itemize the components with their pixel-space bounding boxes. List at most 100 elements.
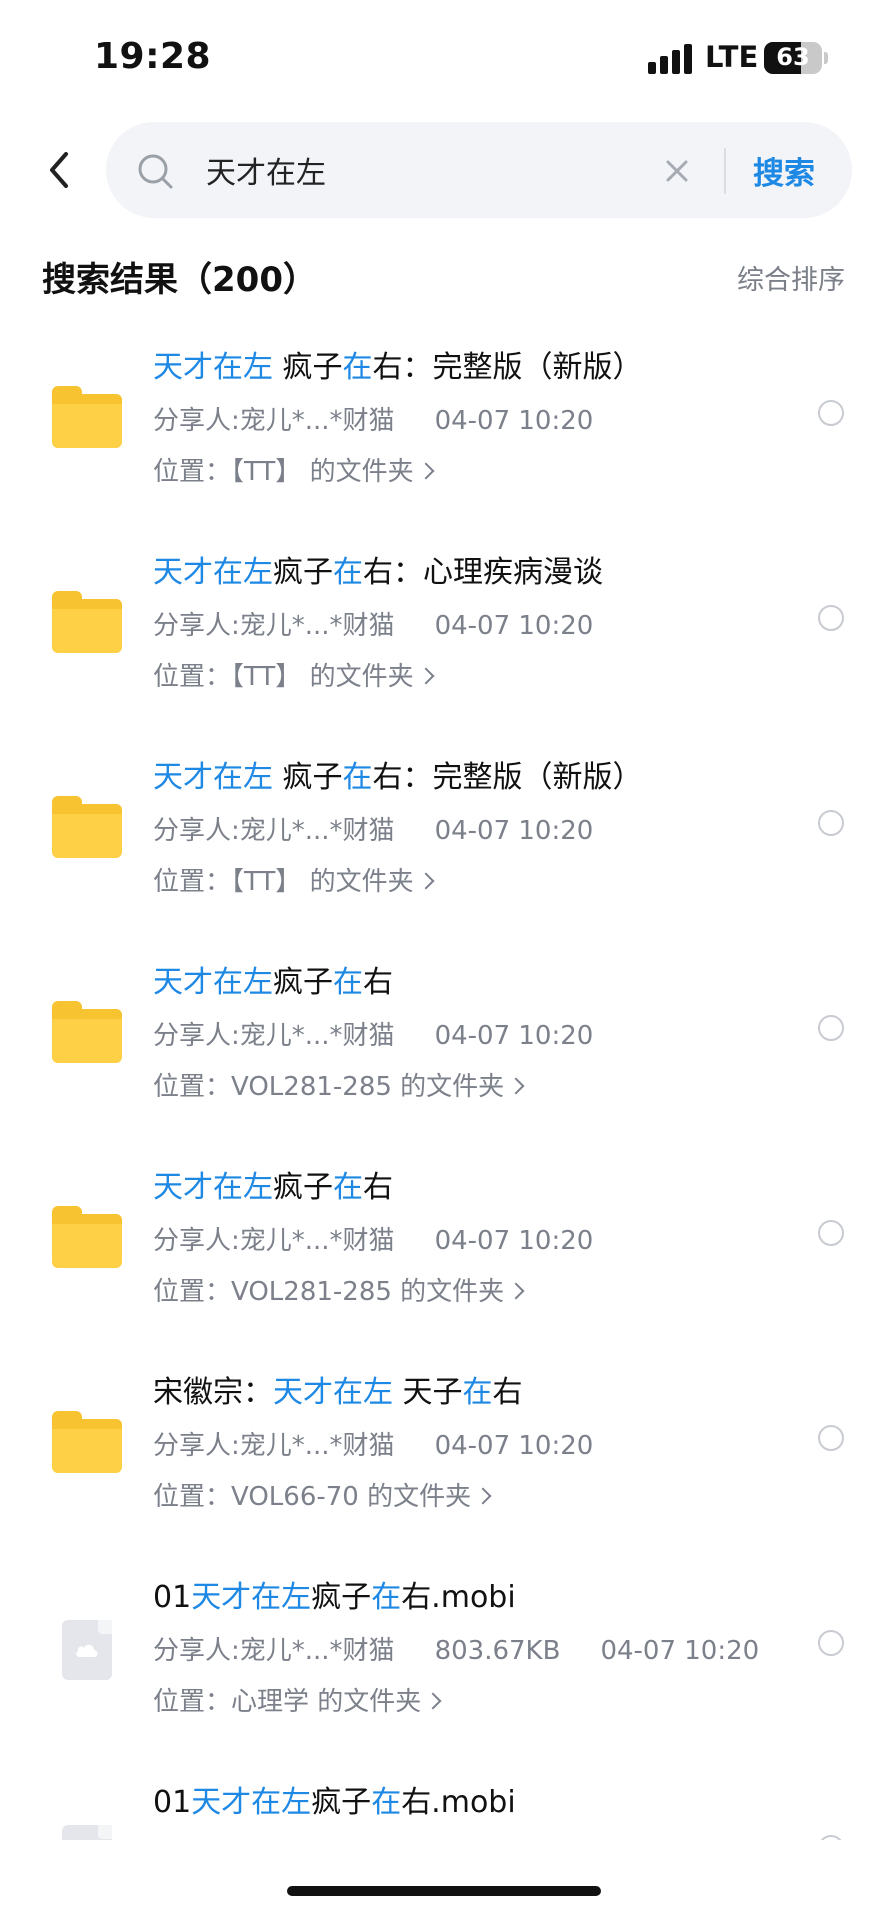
location-text: 位置：【TT】 的文件夹 xyxy=(153,457,414,487)
name-text: 右：完整版（新版） xyxy=(372,760,643,795)
meta-date: 04-07 10:20 xyxy=(600,1636,760,1666)
cloud-file-icon xyxy=(62,1620,112,1680)
result-meta: 分享人:宠儿*...*财猫 04-07 10:20 xyxy=(153,1425,593,1462)
highlight-text: 在 xyxy=(371,1785,402,1820)
result-location[interactable]: 位置：【TT】 的文件夹 xyxy=(153,656,435,693)
highlight-text: 天才在左 xyxy=(191,1785,312,1820)
meta-date: 04-07 10:20 xyxy=(434,406,594,436)
highlight-text: 在 xyxy=(333,965,363,1000)
folder-icon xyxy=(52,591,122,653)
meta-sharer: 分享人:宠儿*...*财猫 xyxy=(153,406,395,436)
highlight-text: 天才在左 xyxy=(191,1580,312,1615)
result-meta: 分享人:宠儿*...*财猫 04-07 10:20 xyxy=(153,605,593,642)
sort-button[interactable]: 综合排序 xyxy=(737,258,845,297)
search-input[interactable] xyxy=(206,146,726,194)
name-text: 天子 xyxy=(393,1375,463,1410)
name-text: 疯子 xyxy=(273,965,333,1000)
highlight-text: 天才在左 xyxy=(153,555,273,590)
highlight-text: 天才在左 xyxy=(153,350,273,385)
chevron-right-icon xyxy=(474,1487,492,1505)
result-name: 01天才在左疯子在右.mobi xyxy=(153,1777,516,1821)
result-name: 天才在左疯子在右 xyxy=(153,1162,393,1206)
result-item[interactable]: 天才在左 疯子在右：完整版（新版） 分享人:宠儿*...*财猫 04-07 10:2… xyxy=(0,740,887,945)
folder-icon xyxy=(52,1001,122,1063)
select-radio[interactable] xyxy=(818,810,844,836)
select-radio[interactable] xyxy=(818,400,844,426)
result-meta: 分享人:宠儿*...*财猫 xyxy=(153,1835,395,1840)
results-title: 搜索结果（200） xyxy=(42,260,317,300)
meta-date: 04-07 10:20 xyxy=(434,1021,594,1051)
chevron-left-icon xyxy=(50,152,68,188)
result-location[interactable]: 位置：VOL66-70 的文件夹 xyxy=(153,1476,492,1513)
name-text: 疯子 xyxy=(311,1785,372,1820)
name-text: 01 xyxy=(153,1580,192,1615)
chevron-right-icon xyxy=(424,1692,442,1710)
chevron-right-icon xyxy=(507,1282,525,1300)
meta-date: 04-07 10:20 xyxy=(434,1226,594,1256)
highlight-text: 在 xyxy=(342,350,373,385)
result-item[interactable]: 宋徽宗：天才在左 天子在右分享人:宠儿*...*财猫 04-07 10:20 位置：… xyxy=(0,1355,887,1560)
meta-sharer: 分享人:宠儿*...*财猫 xyxy=(153,1431,395,1461)
highlight-text: 在 xyxy=(342,760,373,795)
network-type: LTE xyxy=(705,40,759,74)
result-location[interactable]: 位置：【TT】 的文件夹 xyxy=(153,861,435,898)
select-radio[interactable] xyxy=(818,1835,844,1840)
result-item[interactable]: 天才在左疯子在右分享人:宠儿*...*财猫 04-07 10:20 位置：VOL28… xyxy=(0,1150,887,1355)
back-button[interactable] xyxy=(40,150,80,190)
name-text: 疯子 xyxy=(273,350,343,385)
chevron-right-icon xyxy=(507,1077,525,1095)
search-bar: 搜索 xyxy=(106,122,852,218)
home-indicator[interactable] xyxy=(287,1886,601,1896)
meta-sharer: 分享人:宠儿*...*财猫 xyxy=(153,1226,395,1256)
result-location[interactable]: 位置：心理学 的文件夹 xyxy=(153,1681,442,1718)
select-radio[interactable] xyxy=(818,1220,844,1246)
result-name: 宋徽宗：天才在左 天子在右 xyxy=(153,1367,523,1411)
status-time: 19:28 xyxy=(94,36,212,77)
location-text: 位置：VOL66-70 的文件夹 xyxy=(153,1482,472,1512)
result-name: 天才在左疯子在右 xyxy=(153,957,393,1001)
result-item[interactable]: 天才在左疯子在右：心理疾病漫谈 分享人:宠儿*...*财猫 04-07 10:20 位… xyxy=(0,535,887,740)
result-item[interactable]: 天才在左疯子在右 分享人:宠儿*...*财猫 04-07 10:20 位置：VOL28… xyxy=(0,945,887,1150)
search-divider xyxy=(724,148,726,194)
select-radio[interactable] xyxy=(818,1630,844,1656)
chevron-right-icon xyxy=(417,462,435,480)
folder-icon xyxy=(52,1206,122,1268)
result-location[interactable]: 位置：VOL281-285 的文件夹 xyxy=(153,1271,525,1308)
result-location[interactable]: 位置：【TT】 的文件夹 xyxy=(153,451,435,488)
name-text: 右 xyxy=(363,1170,393,1205)
name-text: 右：完整版（新版） xyxy=(372,350,643,385)
select-radio[interactable] xyxy=(818,1425,844,1451)
highlight-text: 在 xyxy=(371,1580,402,1615)
result-item[interactable]: 天才在左 疯子在右：完整版（新版） 分享人:宠儿*...*财猫 04-07 10:2… xyxy=(0,330,887,535)
result-name: 天才在左 疯子在右：完整版（新版） xyxy=(153,752,643,796)
highlight-text: 在 xyxy=(333,1170,363,1205)
clear-icon[interactable] xyxy=(662,156,692,186)
chevron-right-icon xyxy=(417,872,435,890)
name-text: 疯子 xyxy=(311,1580,372,1615)
name-text: 疯子 xyxy=(273,555,333,590)
location-text: 位置：VOL281-285 的文件夹 xyxy=(153,1277,505,1307)
name-text: 01 xyxy=(153,1785,192,1820)
highlight-text: 天才在左 xyxy=(273,1375,393,1410)
cloud-file-icon xyxy=(62,1825,112,1840)
location-text: 位置：心理学 的文件夹 xyxy=(153,1687,422,1717)
name-text: 右 xyxy=(363,965,393,1000)
location-text: 位置：【TT】 的文件夹 xyxy=(153,867,414,897)
chevron-right-icon xyxy=(417,667,435,685)
battery-percent: 63 xyxy=(776,43,810,71)
status-bar: 19:28 LTE 63 xyxy=(0,0,887,110)
name-text: 右 xyxy=(492,1375,523,1410)
search-button[interactable]: 搜索 xyxy=(753,148,815,193)
result-location[interactable]: 位置：VOL281-285 的文件夹 xyxy=(153,1066,525,1103)
result-item[interactable]: 01天才在左疯子在右.mobi 分享人:宠儿*...*财猫 803.67KB 04-0… xyxy=(0,1560,887,1765)
result-name: 01天才在左疯子在右.mobi xyxy=(153,1572,516,1616)
location-text: 位置：【TT】 的文件夹 xyxy=(153,662,414,692)
select-radio[interactable] xyxy=(818,1015,844,1041)
folder-icon xyxy=(52,1411,122,1473)
result-item[interactable]: 01天才在左疯子在右.mobi 分享人:宠儿*...*财猫 xyxy=(0,1765,887,1840)
meta-sharer: 分享人:宠儿*...*财猫 xyxy=(153,816,395,846)
highlight-text: 天才在左 xyxy=(153,1170,273,1205)
folder-icon xyxy=(52,796,122,858)
select-radio[interactable] xyxy=(818,605,844,631)
meta-date: 04-07 10:20 xyxy=(434,816,594,846)
